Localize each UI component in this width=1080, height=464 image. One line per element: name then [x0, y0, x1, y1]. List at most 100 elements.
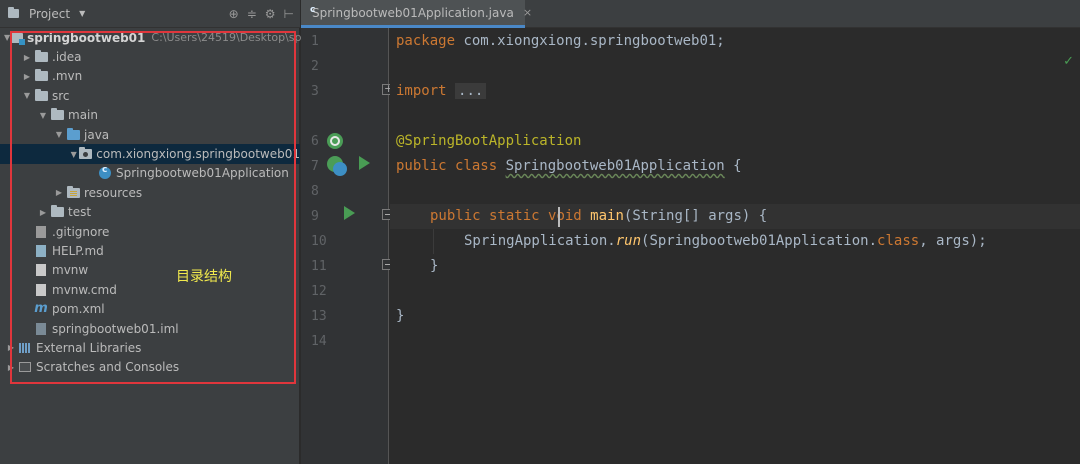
folder-icon [50, 108, 64, 121]
tree-item-label: mvnw.cmd [52, 282, 117, 297]
tree-item-label: pom.xml [52, 302, 105, 317]
code-line-9: public static void main(String[] args) { [430, 208, 768, 224]
panel-title: Project [29, 6, 71, 21]
tree-item[interactable]: .gitignore [0, 222, 300, 241]
chevron-down-icon[interactable]: ▼ [52, 130, 66, 139]
iml-file-icon [34, 322, 48, 335]
tab-springbootweb01application[interactable]: Springbootweb01Application.java × [301, 0, 532, 28]
spring-bean-search-icon[interactable] [327, 133, 343, 149]
tree-item-label: resources [84, 185, 143, 200]
chevron-down-icon[interactable]: ▼ [36, 111, 50, 120]
folder-icon [50, 205, 64, 218]
module-path: C:\Users\24519\Desktop\sprin [151, 31, 317, 45]
project-panel: Project ▼ ⊕ ≑ ⚙ ⊢ ▼ springbootweb01 C:\Use… [0, 0, 316, 464]
editor-tab-bar: Springbootweb01Application.java × [301, 0, 1080, 28]
tree-item[interactable]: ▶ Scratches and Consoles [0, 358, 300, 377]
line-number: 11 [311, 259, 327, 274]
markdown-file-icon [34, 244, 48, 257]
tree-item-label: HELP.md [52, 243, 104, 258]
tree-item[interactable]: ▶ .idea [0, 47, 300, 66]
gitignore-file-icon [34, 225, 48, 238]
tree-item-label: mvnw [52, 263, 89, 278]
annotation-label: 目录结构 [176, 269, 232, 285]
code-line-13: } [396, 308, 405, 324]
tree-item[interactable]: ▼ com.xiongxiong.springbootweb01 [0, 144, 300, 164]
chevron-right-icon[interactable]: ▶ [4, 363, 18, 372]
hide-panel-icon[interactable]: ⊢ [284, 7, 294, 21]
code-line-7: public class Springbootweb01Application … [396, 158, 742, 174]
indent-guide [433, 229, 434, 254]
tree-item[interactable]: ▼ src [0, 86, 300, 105]
module-icon [10, 30, 26, 45]
tree-item-label: Scratches and Consoles [36, 360, 180, 375]
project-icon [6, 7, 20, 20]
tree-item-label: java [84, 127, 110, 142]
run-icon[interactable] [359, 156, 370, 170]
code-line-6: @SpringBootApplication [396, 133, 582, 149]
editor-gutter: 1 2 3 6 7 8 9 10 11 12 13 14 [301, 28, 393, 464]
library-icon [18, 342, 32, 354]
inspection-ok-icon[interactable]: ✓ [1063, 54, 1074, 69]
chevron-right-icon[interactable]: ▶ [20, 72, 34, 81]
folder-icon [34, 69, 48, 82]
line-number: 14 [311, 334, 327, 349]
tree-item[interactable]: ▼ java [0, 125, 300, 144]
folded-imports[interactable]: ... [455, 83, 487, 99]
tree-item-label: Springbootweb01Application [116, 166, 289, 181]
close-icon[interactable]: × [523, 6, 532, 19]
tree-item-label: springbootweb01.iml [52, 321, 179, 336]
tree-item[interactable]: ▼ springbootweb01 C:\Users\24519\Desktop\s… [0, 28, 316, 47]
line-number: 10 [311, 234, 327, 249]
tree-item-label: .idea [52, 50, 82, 65]
tree-item[interactable]: ▶ .mvn [0, 67, 300, 86]
tree-item[interactable]: Springbootweb01Application [0, 164, 300, 183]
tree-item-label: .gitignore [52, 224, 110, 239]
run-icon[interactable] [344, 206, 355, 220]
tree-item[interactable]: HELP.md [0, 241, 300, 260]
locate-icon[interactable]: ⊕ [229, 7, 239, 21]
text-caret [558, 207, 560, 227]
source-folder-icon [66, 127, 80, 141]
line-number: 2 [311, 59, 319, 74]
tree-item-label: test [68, 205, 92, 220]
collapse-all-icon[interactable]: ≑ [247, 7, 257, 21]
gear-icon[interactable]: ⚙ [265, 7, 276, 21]
tree-item[interactable]: ▼ main [0, 106, 300, 125]
chevron-right-icon[interactable]: ▶ [4, 343, 18, 352]
project-panel-header: Project ▼ ⊕ ≑ ⚙ ⊢ [0, 0, 300, 28]
code-editor[interactable]: package com.xiongxiong.springbootweb01; … [390, 28, 1080, 464]
tree-item[interactable]: ▶ test [0, 203, 300, 222]
tree-item-label: .mvn [52, 69, 83, 84]
tree-item[interactable]: springbootweb01.iml [0, 319, 300, 338]
package-icon [79, 147, 93, 160]
chevron-down-icon[interactable]: ▼ [20, 91, 34, 100]
tree-item-label: com.xiongxiong.springbootweb01 [96, 147, 300, 162]
maven-icon: m [34, 301, 48, 317]
chevron-down-icon: ▼ [79, 9, 86, 18]
tree-item[interactable]: ▶ resources [0, 183, 300, 202]
file-icon [34, 283, 48, 296]
panel-toolbar: ⊕ ≑ ⚙ ⊢ [229, 0, 294, 28]
file-icon [34, 264, 48, 277]
line-number: 3 [311, 84, 319, 99]
chevron-right-icon[interactable]: ▶ [36, 208, 50, 217]
line-number: 8 [311, 184, 319, 199]
folder-icon [34, 50, 48, 63]
tree-item[interactable]: ▶ External Libraries [0, 338, 300, 357]
tree-item[interactable]: mvnw.cmd [0, 280, 300, 299]
line-number: 9 [311, 209, 319, 224]
chevron-down-icon[interactable]: ▼ [68, 150, 79, 159]
chevron-right-icon[interactable]: ▶ [20, 53, 34, 62]
scratch-icon [18, 361, 32, 373]
code-line-3: import ... [396, 79, 487, 104]
code-line-1: package com.xiongxiong.springbootweb01; [396, 33, 725, 49]
java-class-icon [98, 165, 112, 180]
tree-item-label: External Libraries [36, 340, 142, 355]
chevron-right-icon[interactable]: ▶ [52, 188, 66, 197]
line-number: 1 [311, 34, 319, 49]
folder-icon [34, 88, 48, 102]
project-view-selector[interactable]: Project ▼ [6, 7, 85, 21]
tree-item[interactable]: mvnw [0, 261, 300, 280]
line-number: 13 [311, 309, 327, 324]
tree-item[interactable]: m pom.xml [0, 299, 300, 318]
